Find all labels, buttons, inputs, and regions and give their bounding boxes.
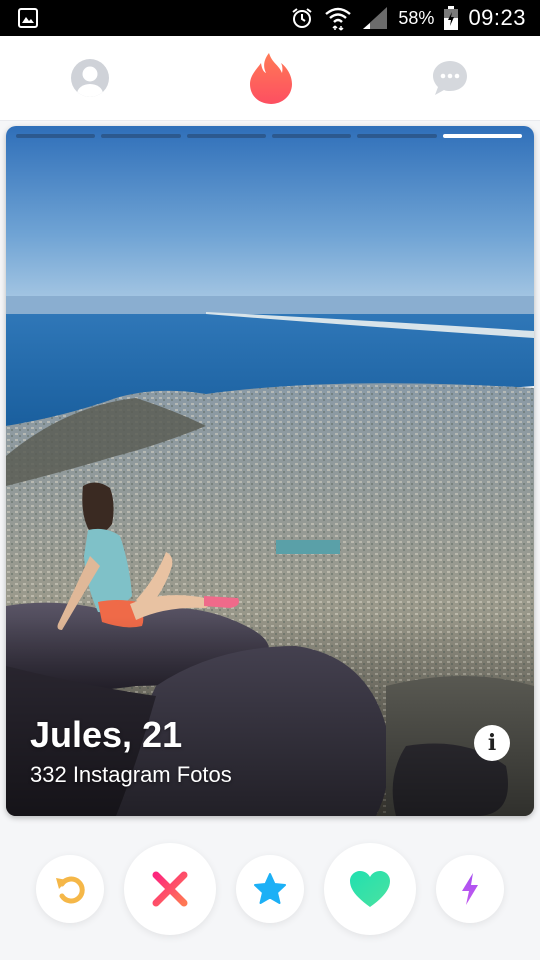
rewind-button[interactable] (36, 855, 104, 923)
info-button[interactable]: i (474, 725, 510, 761)
battery-percentage: 58% (398, 7, 435, 28)
photo-progress-segment[interactable] (357, 134, 437, 138)
photo-progress-segment[interactable] (16, 134, 96, 138)
top-navigation (0, 36, 540, 121)
tinder-flame-icon (250, 53, 292, 104)
profile-card[interactable]: Jules, 21 332 Instagram Fotos i (6, 126, 534, 816)
photo-progress-segment-active[interactable] (442, 134, 522, 138)
heart-icon (350, 871, 390, 907)
status-bar: 58% 09:23 (0, 0, 540, 36)
super-like-button[interactable] (236, 855, 304, 923)
rewind-icon (56, 876, 85, 904)
profile-button[interactable] (69, 57, 111, 99)
star-icon (254, 873, 286, 904)
clock: 09:23 (468, 5, 526, 30)
home-button[interactable] (246, 50, 296, 106)
profile-name-age: Jules, 21 (30, 714, 183, 755)
messages-button[interactable] (429, 57, 471, 99)
alarm-icon (292, 8, 313, 28)
x-icon (152, 871, 188, 907)
battery-icon (444, 6, 459, 30)
messages-icon (433, 61, 467, 95)
boost-button[interactable] (436, 855, 504, 923)
signal-icon (363, 7, 388, 29)
photo-progress-indicator (16, 134, 522, 138)
image-notification-icon (18, 8, 38, 28)
wifi-icon (325, 7, 352, 31)
instagram-photo-count: 332 Instagram Fotos (30, 762, 232, 787)
lightning-icon (462, 873, 478, 905)
like-button[interactable] (324, 843, 416, 935)
profile-icon (71, 59, 109, 97)
photo-progress-segment[interactable] (271, 134, 352, 138)
nope-button[interactable] (124, 843, 216, 935)
photo-progress-segment[interactable] (101, 134, 181, 138)
info-icon: i (487, 730, 497, 756)
photo-progress-segment[interactable] (186, 134, 266, 138)
